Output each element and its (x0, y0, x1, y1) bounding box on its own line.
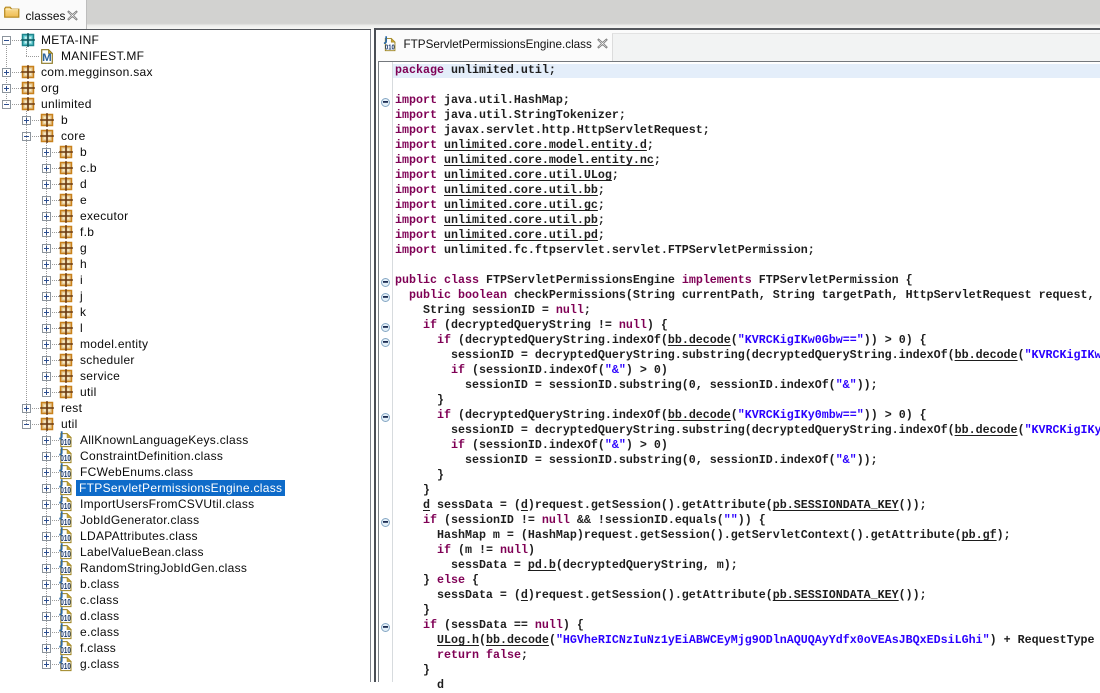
svg-text:010: 010 (60, 630, 71, 639)
svg-text:010: 010 (60, 470, 71, 479)
svg-text:010: 010 (60, 438, 71, 447)
svg-text:010: 010 (60, 582, 71, 591)
svg-text:010: 010 (60, 662, 71, 671)
svg-text:010: 010 (60, 646, 71, 655)
svg-text:010: 010 (60, 566, 71, 575)
svg-text:010: 010 (60, 486, 71, 495)
svg-text:010: 010 (60, 614, 71, 623)
svg-text:M: M (42, 52, 52, 64)
svg-text:010: 010 (60, 518, 71, 527)
svg-text:010: 010 (60, 454, 71, 463)
svg-text:010: 010 (60, 598, 71, 607)
svg-text:010: 010 (384, 42, 394, 51)
svg-text:010: 010 (60, 502, 71, 511)
svg-text:010: 010 (60, 550, 71, 559)
svg-text:010: 010 (60, 534, 71, 543)
